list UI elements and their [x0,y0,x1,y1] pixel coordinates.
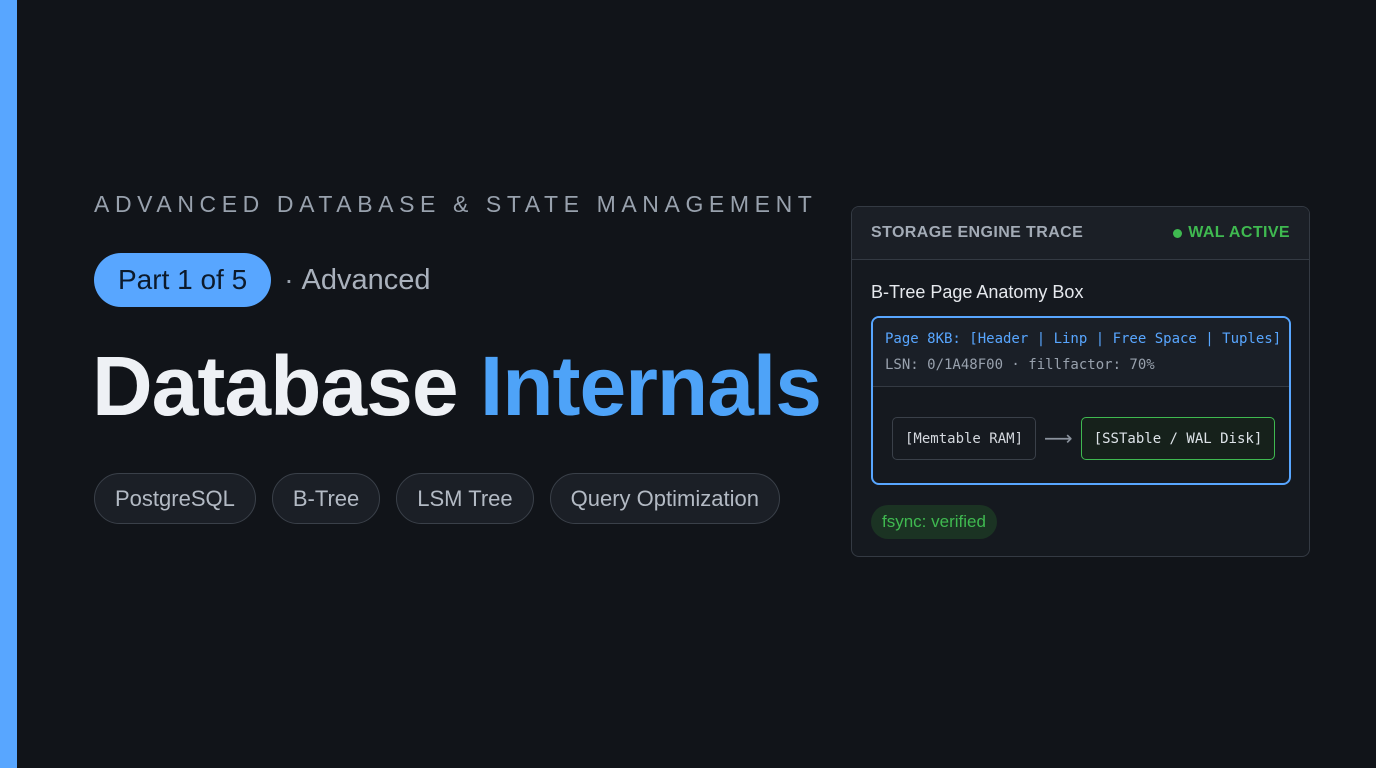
page-anatomy-box: Page 8KB: [Header | Linp | Free Space | … [871,316,1291,485]
lsn-line: LSN: 0/1A48F00 · fillfactor: 70% [885,357,1155,373]
kicker-text: ADVANCED DATABASE & STATE MANAGEMENT [94,191,818,217]
card-title: STORAGE ENGINE TRACE [871,224,1084,241]
slide: ADVANCED DATABASE & STATE MANAGEMENT Par… [0,0,1376,768]
tag-lsm-tree: LSM Tree [396,473,534,524]
card-header: STORAGE ENGINE TRACE WAL ACTIVE [852,207,1309,260]
sstable-box: [SSTable / WAL Disk] [1080,417,1276,460]
page-layout-line: Page 8KB: [Header | Linp | Free Space | … [885,331,1282,347]
fsync-badge: fsync: verified [871,505,997,539]
accent-bar [0,0,17,768]
level-label: Advanced [301,263,431,296]
part-badge: Part 1 of 5 [94,253,272,307]
wal-status-label: WAL ACTIVE [1188,224,1290,241]
status-dot-icon [1173,228,1183,238]
page-layout-panel: Page 8KB: [Header | Linp | Free Space | … [873,318,1289,387]
title-word-internals: Internals [479,339,822,433]
anatomy-box-label: B-Tree Page Anatomy Box [871,282,1084,302]
topic-tags: PostgreSQL B-Tree LSM Tree Query Optimiz… [94,473,780,524]
tag-query-optimization: Query Optimization [549,473,780,524]
meta-row: Part 1 of 5 · Advanced [94,253,431,307]
write-flow: [Memtable RAM] ⟶ [SSTable / WAL Disk] [892,417,1276,460]
tag-b-tree: B-Tree [271,473,381,524]
page-title: Database Internals [92,338,822,435]
tag-postgresql: PostgreSQL [94,473,256,524]
memtable-box: [Memtable RAM] [892,417,1037,460]
meta-separator: · [284,264,294,295]
title-word-database: Database [92,339,459,433]
wal-status: WAL ACTIVE [1173,224,1290,242]
storage-trace-card: STORAGE ENGINE TRACE WAL ACTIVE B-Tree P… [851,206,1310,557]
arrow-right-icon: ⟶ [1044,428,1073,450]
